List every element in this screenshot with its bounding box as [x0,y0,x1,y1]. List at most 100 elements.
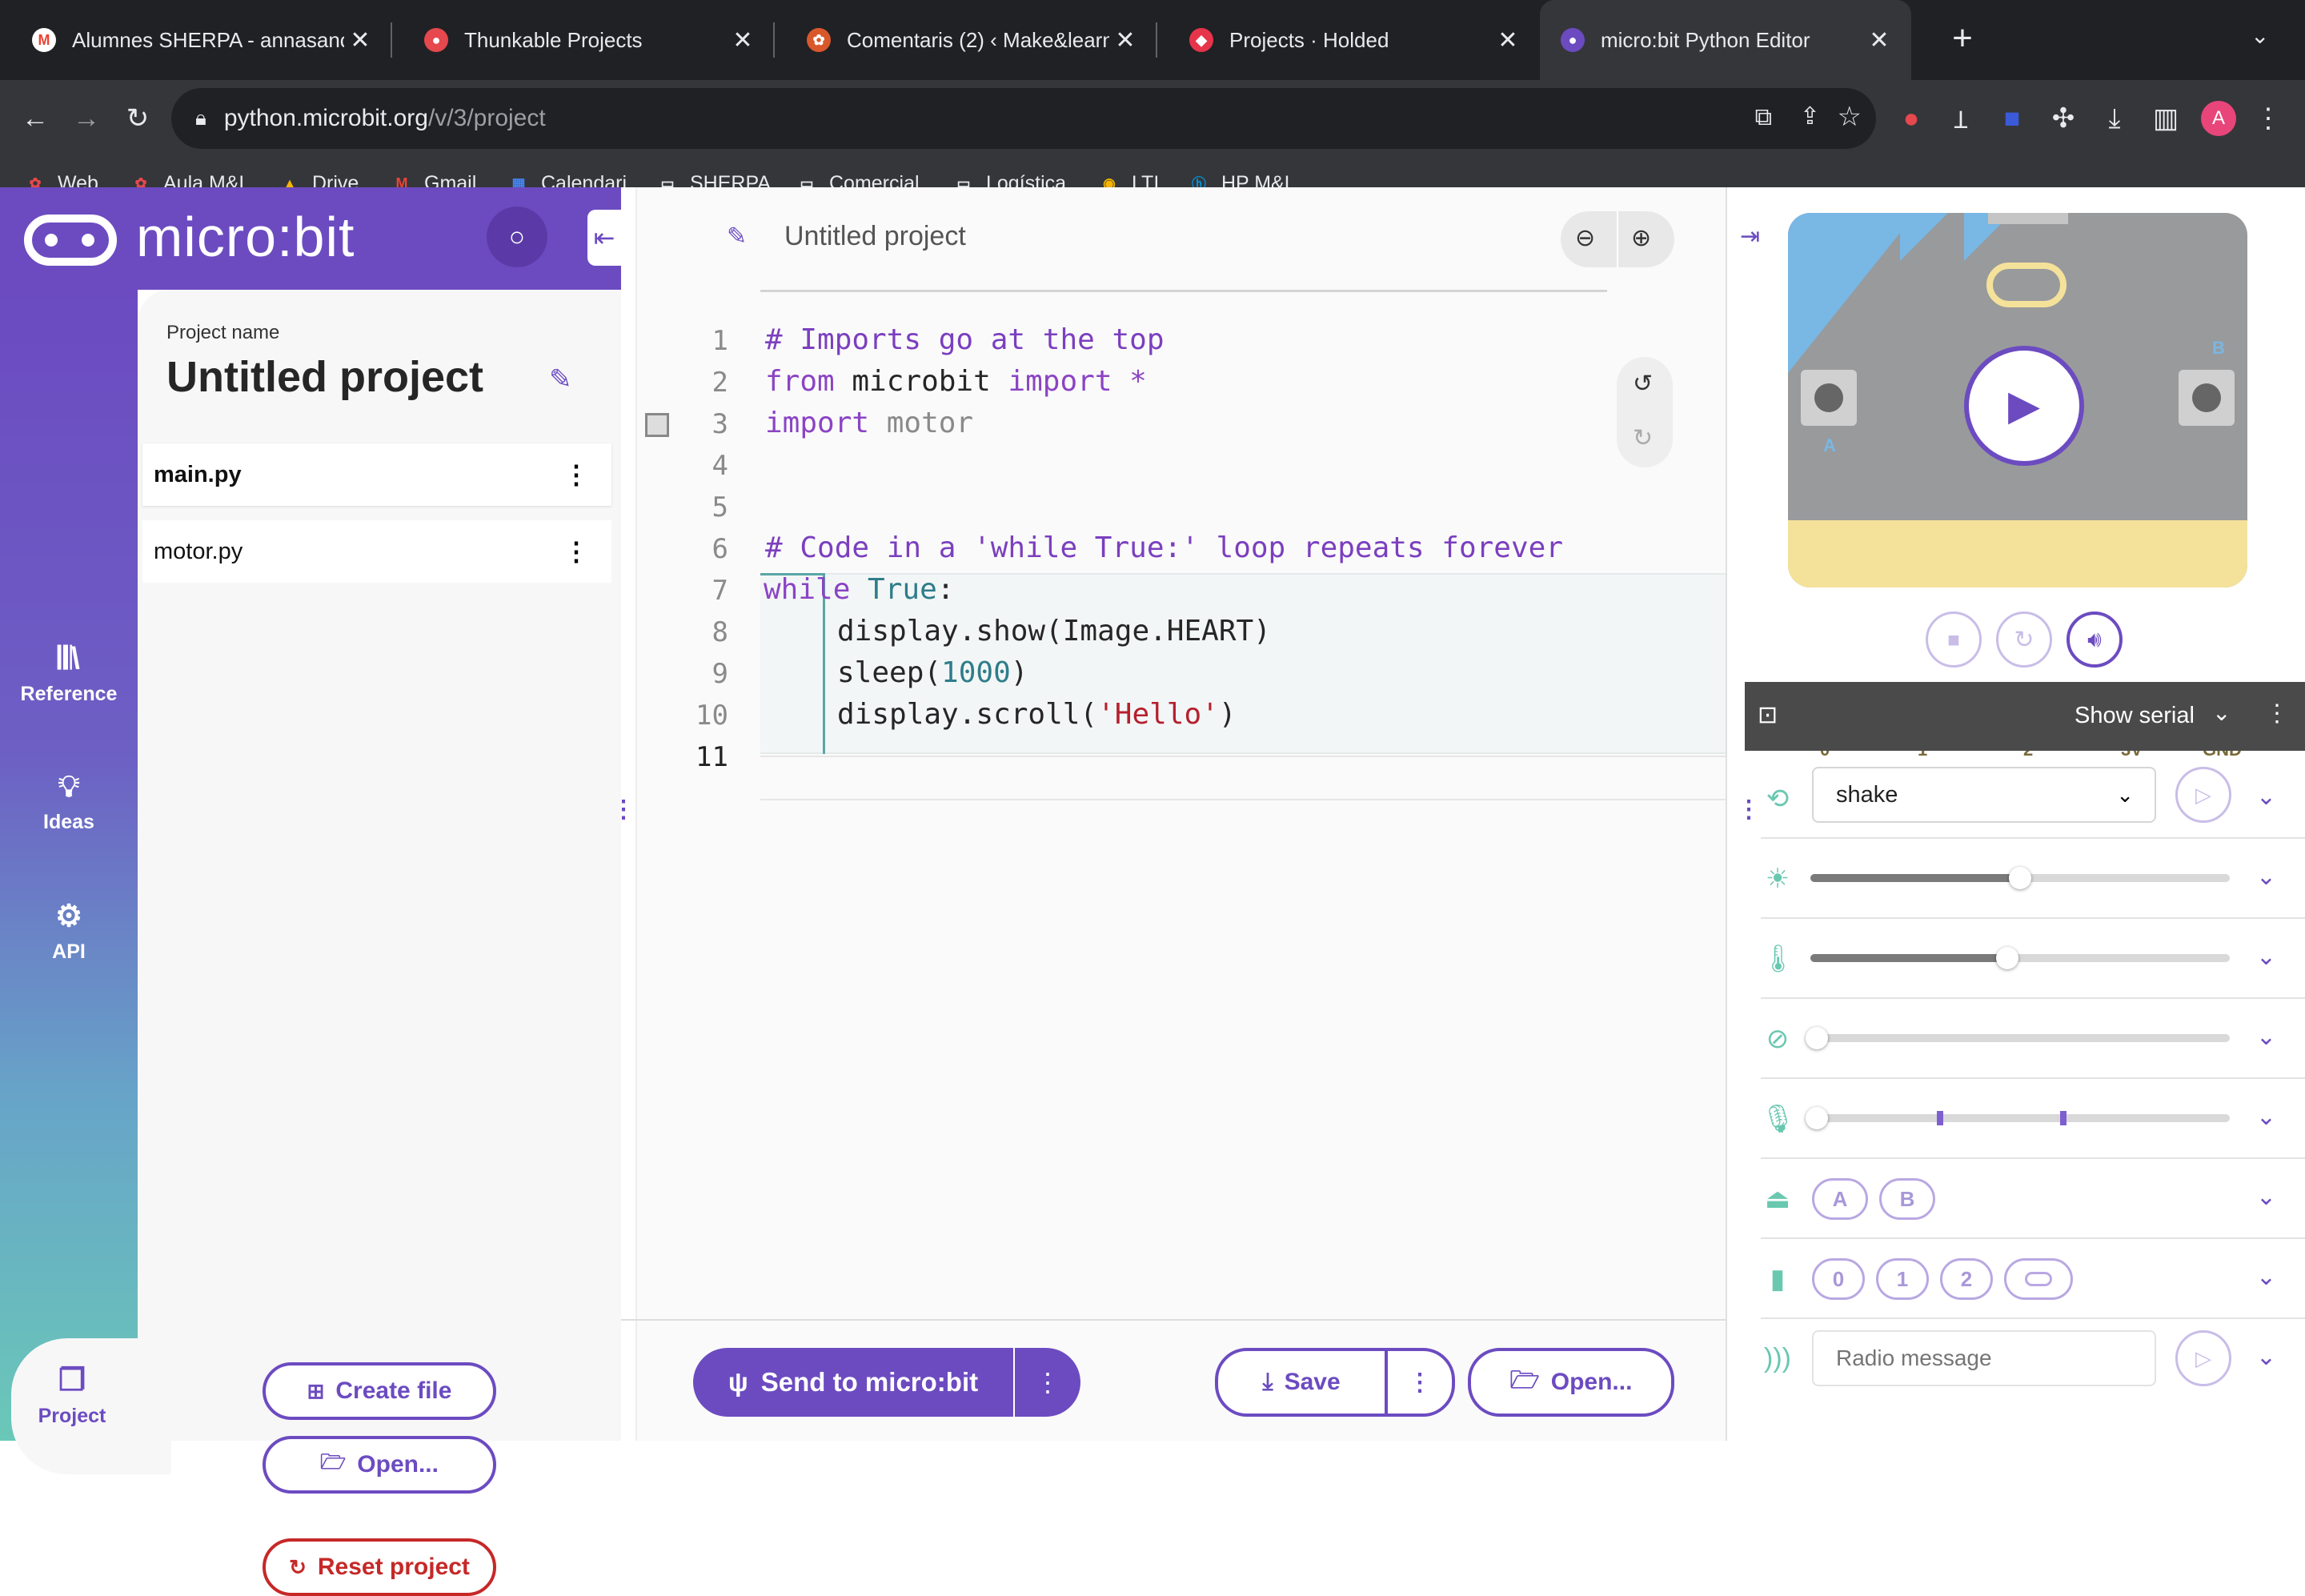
serial-menu-kebab-icon[interactable]: ⋮ [2265,700,2289,728]
radio-message-input[interactable] [1812,1330,2156,1386]
rail-ideas[interactable]: 💡︎ Ideas [0,770,138,834]
save-more-kebab-icon[interactable]: ⋮ [1388,1351,1452,1414]
chevron-down-icon[interactable]: ⌄ [2256,1343,2276,1371]
tab-gmail[interactable]: M Alumnes SHERPA - annasanch ✕ [0,0,392,80]
gesture-select[interactable]: shake ⌄ [1812,767,2156,823]
translate-icon[interactable]: ⧉ [1755,104,1772,131]
reload-icon[interactable]: ↻ [118,99,157,138]
close-icon[interactable]: ✕ [344,26,376,54]
side-panel-icon[interactable]: ▥ [2147,99,2185,138]
button-a[interactable] [1801,370,1857,426]
compass-slider[interactable] [1806,1027,2230,1049]
code-line-3[interactable]: import motor [765,407,973,439]
collapse-sidebar-button[interactable]: ⇤ [587,210,621,266]
send-more-kebab-icon[interactable]: ⋮ [1015,1348,1080,1417]
close-icon[interactable]: ✕ [1863,26,1895,54]
chevron-down-icon[interactable]: ⌄ [2256,1183,2276,1211]
stop-button[interactable]: ■ [1926,612,1982,668]
chevron-down-icon[interactable]: ⌄ [2256,863,2276,891]
touch-pin-2[interactable]: 2 [1940,1258,1993,1300]
touch-logo[interactable] [2004,1258,2073,1300]
tab-search-chevron-icon[interactable]: ⌄ [2251,22,2269,49]
extension-text-icon[interactable]: Ʇ [1942,99,1980,138]
profile-avatar[interactable]: A [2201,101,2236,136]
save-button[interactable]: ⤓ Save [1218,1351,1385,1414]
extensions-puzzle-icon[interactable]: ✣ [2044,99,2083,138]
logo-touch-icon[interactable] [1986,263,2066,307]
chevron-down-icon[interactable]: ⌄ [2256,1103,2276,1131]
zoom-in-icon[interactable]: ⊕ [1631,224,1651,252]
close-icon[interactable]: ✕ [1109,26,1141,54]
temperature-slider[interactable] [1810,947,2230,969]
play-simulator-button[interactable]: ▶ [1964,346,2084,466]
sound-slider[interactable] [1806,1107,2230,1129]
thunkable-icon: ● [424,28,448,52]
search-button[interactable]: ○ [487,207,547,267]
chevron-down-icon[interactable]: ⌄ [2256,1023,2276,1051]
open-file-button[interactable]: 🗁︎ Open... [263,1436,496,1494]
code-line-8[interactable]: display.show(Image.HEART) [837,615,1271,648]
download-icon[interactable]: ⤓ [2095,99,2134,138]
send-to-microbit-button[interactable]: ψ Send to micro:bit [693,1348,1013,1417]
send-radio-button[interactable]: ▷ [2175,1330,2231,1386]
code-line-9[interactable]: sleep(1000) [837,656,1028,689]
show-serial-toggle[interactable]: Show serial [2074,703,2195,729]
sim-button-b[interactable]: B [1879,1178,1935,1220]
edit-title-icon[interactable]: ✎ [727,223,747,251]
code-line-1[interactable]: # Imports go at the top [765,323,1165,356]
reset-project-button[interactable]: ↻ Reset project [263,1538,496,1596]
share-icon[interactable]: ⇪ [1800,102,1820,130]
close-icon[interactable]: ✕ [727,26,759,54]
editor-open-button[interactable]: 🗁︎ Open... [1468,1348,1674,1417]
file-menu-kebab-icon[interactable]: ⋮ [563,536,589,567]
back-icon[interactable]: ← [16,99,54,138]
chevron-down-icon[interactable]: ⌄ [2212,700,2231,726]
edit-project-name-icon[interactable]: ✎ [549,363,572,395]
code-line-7[interactable]: while True: [764,573,954,606]
touch-pin-0[interactable]: 0 [1812,1258,1865,1300]
collapse-simulator-icon[interactable]: ⇥ [1740,223,1760,251]
redo-icon[interactable]: ↻ [1633,424,1653,452]
rail-label: Ideas [43,811,94,833]
zoom-out-icon[interactable]: ⊖ [1575,224,1595,252]
code-line-2[interactable]: from microbit import * [765,365,1147,398]
file-item-motor[interactable]: motor.py ⋮ [142,520,611,583]
new-tab-button[interactable]: + [1942,18,1983,59]
rail-reference[interactable]: 𝄃𝄃\ Reference [0,642,138,706]
close-icon[interactable]: ✕ [1492,26,1524,54]
address-bar[interactable]: 🔒︎ python.microbit.org/v/3/project ⧉ ⇪ ☆ [171,88,1876,149]
tab-thunkable[interactable]: ● Thunkable Projects ✕ [392,0,775,80]
light-slider[interactable] [1810,867,2230,889]
rail-project[interactable]: ❐ Project [0,1362,144,1428]
tab-makelearn[interactable]: ✿ Comentaris (2) ‹ Make&learn - ✕ [775,0,1157,80]
file-item-main[interactable]: main.py ⋮ [142,443,611,506]
extension-blue-icon[interactable]: ■ [1993,99,2031,138]
reset-simulator-button[interactable]: ↻ [1996,612,2052,668]
sim-button-a[interactable]: A [1812,1178,1868,1220]
help-icon[interactable]: ? [53,1562,68,1594]
create-file-button[interactable]: ⊞ Create file [263,1362,496,1420]
chevron-down-icon[interactable]: ⌄ [2256,1263,2276,1291]
line-gutter-marker[interactable] [645,413,669,437]
lightbulb-icon: 💡︎ [58,770,80,804]
undo-icon[interactable]: ↺ [1633,370,1653,398]
chevron-down-icon[interactable]: ⌄ [2256,783,2276,811]
code-line-10[interactable]: display.scroll('Hello') [837,698,1237,731]
menu-kebab-icon[interactable]: ⋮ [2249,99,2287,138]
tab-microbit-editor[interactable]: ● micro:bit Python Editor ✕ [1540,0,1911,80]
chevron-down-icon[interactable]: ⌄ [2256,943,2276,971]
touch-pin-1[interactable]: 1 [1876,1258,1929,1300]
resize-handle-icon[interactable]: ⋮ [611,796,635,824]
code-line-6[interactable]: # Code in a 'while True:' loop repeats f… [765,531,1563,564]
settings-gear-icon[interactable]: ⚙ [53,1497,77,1529]
send-gesture-button[interactable]: ▷ [2175,767,2231,823]
forward-icon[interactable]: → [67,99,106,138]
button-b[interactable] [2179,370,2235,426]
resize-handle-icon[interactable]: ⋮ [1737,796,1761,824]
tab-holded[interactable]: ◆ Projects · Holded ✕ [1157,0,1540,80]
file-menu-kebab-icon[interactable]: ⋮ [563,459,589,490]
mute-button[interactable]: 🔊︎ [2066,612,2123,668]
bookmark-star-icon[interactable]: ☆ [1838,101,1862,133]
rail-api[interactable]: ⚙︎ API [0,898,138,964]
extension-red-icon[interactable]: ● [1892,99,1930,138]
